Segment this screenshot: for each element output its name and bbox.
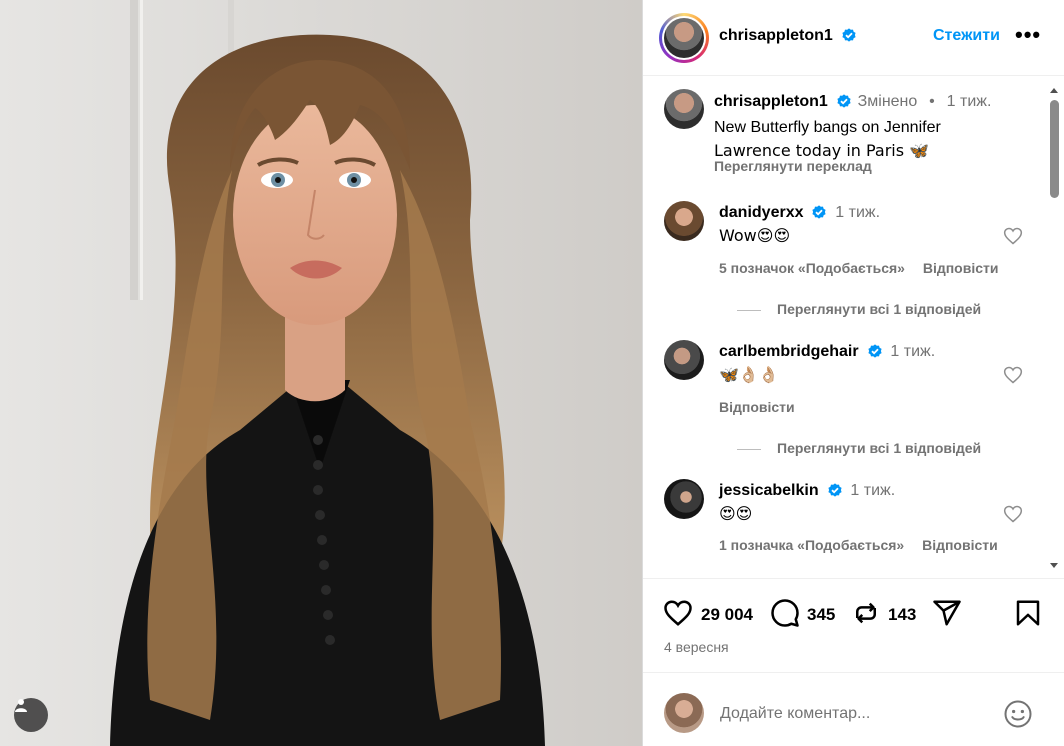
comments-scrollbar[interactable] — [1046, 84, 1062, 578]
reply-button[interactable]: Відповісти — [719, 399, 795, 415]
comment-count[interactable]: 345 — [807, 605, 835, 625]
divider — [737, 309, 761, 311]
comment-text: 🦋👌🏼👌🏼 — [719, 365, 779, 384]
emoji-icon[interactable] — [1003, 699, 1033, 729]
author-username-text[interactable]: chrisappleton1 — [719, 27, 833, 44]
comment-time[interactable]: 1 тиж. — [890, 343, 935, 360]
tagged-users-button[interactable] — [14, 698, 48, 732]
see-translation-link[interactable]: Переглянути переклад — [714, 158, 872, 174]
repost-icon[interactable] — [851, 598, 881, 628]
view-replies-button[interactable]: Переглянути всі 1 відповідей — [737, 301, 981, 317]
comment-like-heart-icon[interactable] — [1003, 226, 1023, 246]
comment-avatar[interactable] — [664, 479, 704, 519]
reply-button[interactable]: Відповісти — [922, 537, 998, 553]
meta-separator: • — [929, 93, 935, 110]
comment-time[interactable]: 1 тиж. — [850, 482, 895, 499]
comment-author[interactable]: danidyerxx — [719, 204, 803, 221]
share-icon[interactable] — [932, 598, 962, 628]
verified-badge-icon — [842, 28, 856, 42]
edited-label: Змінено — [857, 93, 918, 110]
comment-like-count[interactable]: 5 позначок «Подобається» — [719, 260, 905, 276]
verified-badge-icon — [812, 205, 826, 219]
repost-count[interactable]: 143 — [888, 605, 916, 625]
verified-badge-icon — [827, 483, 842, 497]
comment-header: carlbembridgehair 1 тиж. — [719, 343, 935, 361]
comment-avatar[interactable] — [664, 340, 704, 380]
post-actions-bar: 29 004 345 143 4 вересня — [643, 580, 1064, 670]
comment-like-heart-icon[interactable] — [1003, 504, 1023, 524]
comment-like-count[interactable]: 1 позначка «Подобається» — [719, 537, 904, 553]
comment-actions: 1 позначка «Подобається» Відповісти — [719, 537, 998, 553]
caption-avatar[interactable] — [664, 89, 704, 129]
scrollbar-thumb[interactable] — [1050, 100, 1059, 198]
post-date[interactable]: 4 вересня — [664, 639, 729, 655]
comment-header: jessicabelkin 1 тиж. — [719, 482, 895, 500]
more-options-icon[interactable]: ••• — [1015, 24, 1041, 46]
verified-badge-icon — [837, 94, 851, 108]
caption-header: chrisappleton1 Змінено • 1 тиж. — [714, 93, 991, 111]
bookmark-icon[interactable] — [1013, 598, 1043, 628]
caption-author[interactable]: chrisappleton1 — [714, 93, 828, 110]
verified-badge-icon — [867, 344, 882, 358]
post-sidebar: chrisappleton1 Стежити ••• chrisappleton… — [642, 0, 1064, 746]
caption-text-line1: New Butterfly bangs on Jennifer — [714, 119, 941, 136]
scroll-up-arrow-icon[interactable] — [1046, 84, 1062, 96]
comment-actions: 5 позначок «Подобається» Відповісти — [719, 260, 998, 276]
user-icon — [15, 699, 27, 712]
heart-icon[interactable] — [663, 598, 693, 628]
scroll-down-arrow-icon[interactable] — [1046, 560, 1062, 572]
comment-text: Wow😍😍 — [719, 226, 791, 245]
comment-avatar[interactable] — [664, 201, 704, 241]
comment-icon[interactable] — [770, 598, 800, 628]
follow-button[interactable]: Стежити — [933, 27, 1000, 45]
view-replies-label[interactable]: Переглянути всі 1 відповідей — [777, 301, 981, 317]
view-replies-button[interactable]: Переглянути всі 1 відповідей — [737, 440, 981, 456]
author-avatar[interactable] — [659, 13, 709, 63]
caption-time[interactable]: 1 тиж. — [947, 93, 992, 110]
post-photo-illustration — [0, 0, 642, 746]
author-username[interactable]: chrisappleton1 — [719, 27, 857, 45]
comment-time[interactable]: 1 тиж. — [835, 204, 880, 221]
comment-input[interactable]: Додайте коментар... — [720, 705, 870, 723]
comments-list[interactable]: chrisappleton1 Змінено • 1 тиж. New Butt… — [643, 77, 1064, 579]
comment-author[interactable]: carlbembridgehair — [719, 343, 859, 360]
comment-author[interactable]: jessicabelkin — [719, 482, 819, 499]
comment-text: 😍😍 — [719, 504, 753, 523]
divider — [737, 448, 761, 450]
like-count[interactable]: 29 004 — [701, 605, 753, 625]
comment-header: danidyerxx 1 тиж. — [719, 204, 880, 222]
post-header: chrisappleton1 Стежити ••• — [643, 0, 1064, 76]
add-comment-bar: Додайте коментар... — [643, 672, 1064, 746]
comment-actions: Відповісти — [719, 399, 795, 415]
post-photo[interactable] — [0, 0, 642, 746]
view-replies-label[interactable]: Переглянути всі 1 відповідей — [777, 440, 981, 456]
reply-button[interactable]: Відповісти — [923, 260, 999, 276]
caption-text: New Butterfly bangs on Jennifer Lawrence… — [714, 116, 941, 162]
current-user-avatar[interactable] — [664, 693, 704, 733]
comment-like-heart-icon[interactable] — [1003, 365, 1023, 385]
